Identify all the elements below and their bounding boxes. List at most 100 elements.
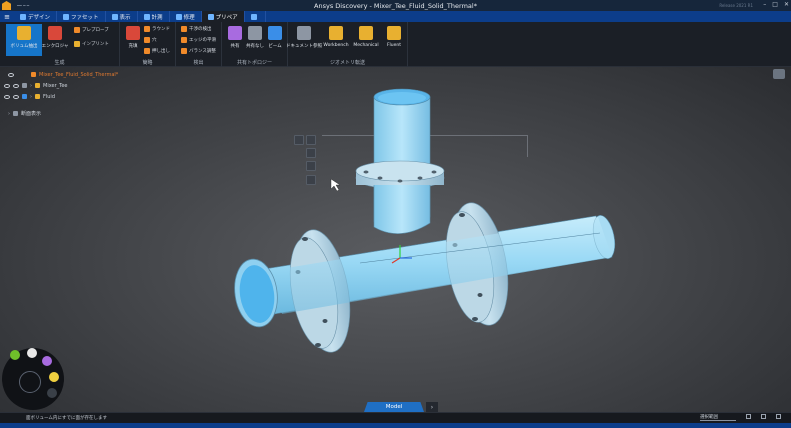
ribbon-group-detect: 干渉の検出 エッジの平滑 バランス調整 検出 [176,22,222,67]
prepare-probe-label: プレプローブ [82,28,109,33]
hole-button[interactable]: 穴 [144,37,157,43]
tab-design[interactable]: デザイン [14,11,58,22]
status-message: 面ボリューム内にすでに面が存在します [26,416,107,421]
bottom-strip [0,423,791,428]
group-label: ジオメトリ転送 [329,60,365,66]
measure-tab-icon [143,13,150,20]
document-reference-button[interactable]: ドキュメント参照 [286,24,322,56]
maximize-icon[interactable]: □ [772,1,778,8]
extrude-button[interactable]: 押し出し [144,48,170,54]
balance-icon [181,48,187,54]
beam-label: ビーム [268,44,282,49]
design-tab-icon [20,13,26,20]
prepare-probe-button[interactable]: プレプローブ [74,27,109,33]
navigation-wheel[interactable] [2,348,64,410]
enclosure-label: エンクロジャ [41,44,69,49]
no-share-icon [248,26,262,40]
interference-label: 干渉の検出 [189,27,212,32]
extrude-icon [144,48,150,54]
tab-label: ファセット [71,14,99,21]
branch-flange-bolt [397,179,403,183]
fluent-label: Fluent [386,43,402,48]
extract-label: ム抽出 [24,44,38,49]
tab-label: 計測 [151,14,163,21]
beam-button[interactable]: ビーム [264,24,286,56]
no-share-label: 共有なし [246,44,264,49]
repair-tab-icon [175,13,182,20]
next-tab-arrow-icon[interactable]: › [426,402,438,412]
branch-flange-top [355,160,445,182]
ribbon-group-create: ボリュム抽出 エンクロジャ プレプローブ インプリント 生成 [0,22,120,67]
home-view-icon[interactable] [27,348,37,358]
beam-icon [268,26,282,40]
status-toggle-icon[interactable] [746,414,751,419]
view-cube-icon[interactable] [10,350,20,360]
volume-extract-button[interactable]: ボリュム抽出 [6,24,42,56]
window-title: Ansys Discovery - Mixer_Tee_Fluid_Solid_… [314,2,477,10]
enclosure-icon [48,26,62,40]
enclosure-button[interactable]: エンクロジャ [42,24,68,56]
group-label: 共有トポロジー [236,60,272,66]
mouse-cursor-icon [330,178,341,192]
fill-button[interactable]: 充填 [122,24,144,56]
close-icon[interactable]: ✕ [784,1,789,8]
workbench-icon [329,26,343,40]
tab-label: デザイン [28,14,51,21]
model-tab[interactable]: Model [364,402,424,412]
zoom-fit-icon[interactable] [49,372,59,382]
balance-button[interactable]: バランス調整 [181,48,216,54]
tab-display[interactable]: 表示 [106,11,138,22]
smooth-edges-icon [181,37,187,43]
ribbon-group-geometry-transfer: ドキュメント参照 Workbench Mechanical Fluent ジオメ… [286,22,408,67]
pan-icon[interactable] [47,388,57,398]
hole-label: 穴 [152,38,157,43]
workbench-label: Workbench [323,43,349,48]
tab-measure[interactable]: 計測 [138,11,170,22]
mechanical-icon [359,26,373,40]
fluent-button[interactable]: Fluent [382,24,406,56]
display-tab-icon [111,13,118,20]
status-toggle-icon[interactable] [761,414,766,419]
main-menu-icon[interactable]: ≡ [0,11,14,22]
title-bar: ━━ ━ ━ Ansys Discovery - Mixer_Tee_Fluid… [0,0,791,11]
smooth-edges-label: エッジの平滑 [189,38,216,43]
branch-flange-bolt [363,170,369,174]
branch-flange-bolt [431,170,437,174]
volume-extract-icon [17,26,31,40]
tab-prepare[interactable]: プリペア [201,11,245,22]
facets-tab-icon [63,13,70,20]
tab-label: 修理 [183,14,195,21]
minimize-icon[interactable]: – [763,1,766,8]
fill-icon [126,26,140,40]
fill-label: 充填 [128,44,138,49]
ribbon: ボリュム抽出 エンクロジャ プレプローブ インプリント 生成 充填 ラウンド 穴… [0,22,791,67]
round-label: ラウンド [152,27,170,32]
no-share-button[interactable]: 共有なし [244,24,266,56]
share-button[interactable]: 共有 [224,24,246,56]
workbench-button[interactable]: Workbench [322,24,350,56]
tab-extra[interactable] [245,11,266,22]
tab-facets[interactable]: ファセット [57,11,106,22]
orbit-center-icon[interactable] [19,371,41,393]
ribbon-tab-bar: ≡ デザイン ファセット 表示 計測 修理 プリペア [0,11,791,22]
status-toggle-icon[interactable] [776,414,781,419]
perspective-icon[interactable] [42,356,52,366]
share-icon [228,26,242,40]
3d-viewport[interactable]: Mixer_Tee_Fluid_Solid_Thermal* › Mixer_T… [0,67,791,419]
branch-flange-bolt [377,176,383,180]
fluent-icon [387,26,401,40]
document-reference-icon [297,26,311,40]
imprint-button[interactable]: インプリント [74,41,109,47]
interference-button[interactable]: 干渉の検出 [181,26,212,32]
round-button[interactable]: ラウンド [144,26,170,32]
branch-opening-inner [378,92,426,104]
tee-pipe-model[interactable] [0,67,791,419]
version-label: Release 2021 R1 [719,3,753,8]
mechanical-button[interactable]: Mechanical [352,24,380,56]
balance-label: バランス調整 [189,49,216,54]
interference-icon [181,26,187,32]
tab-repair[interactable]: 修理 [170,11,202,22]
selection-filter[interactable]: 選択範囲 [700,414,736,421]
ribbon-group-simplify: 充填 ラウンド 穴 押し出し 簡略 [120,22,176,67]
smooth-edges-button[interactable]: エッジの平滑 [181,37,216,43]
